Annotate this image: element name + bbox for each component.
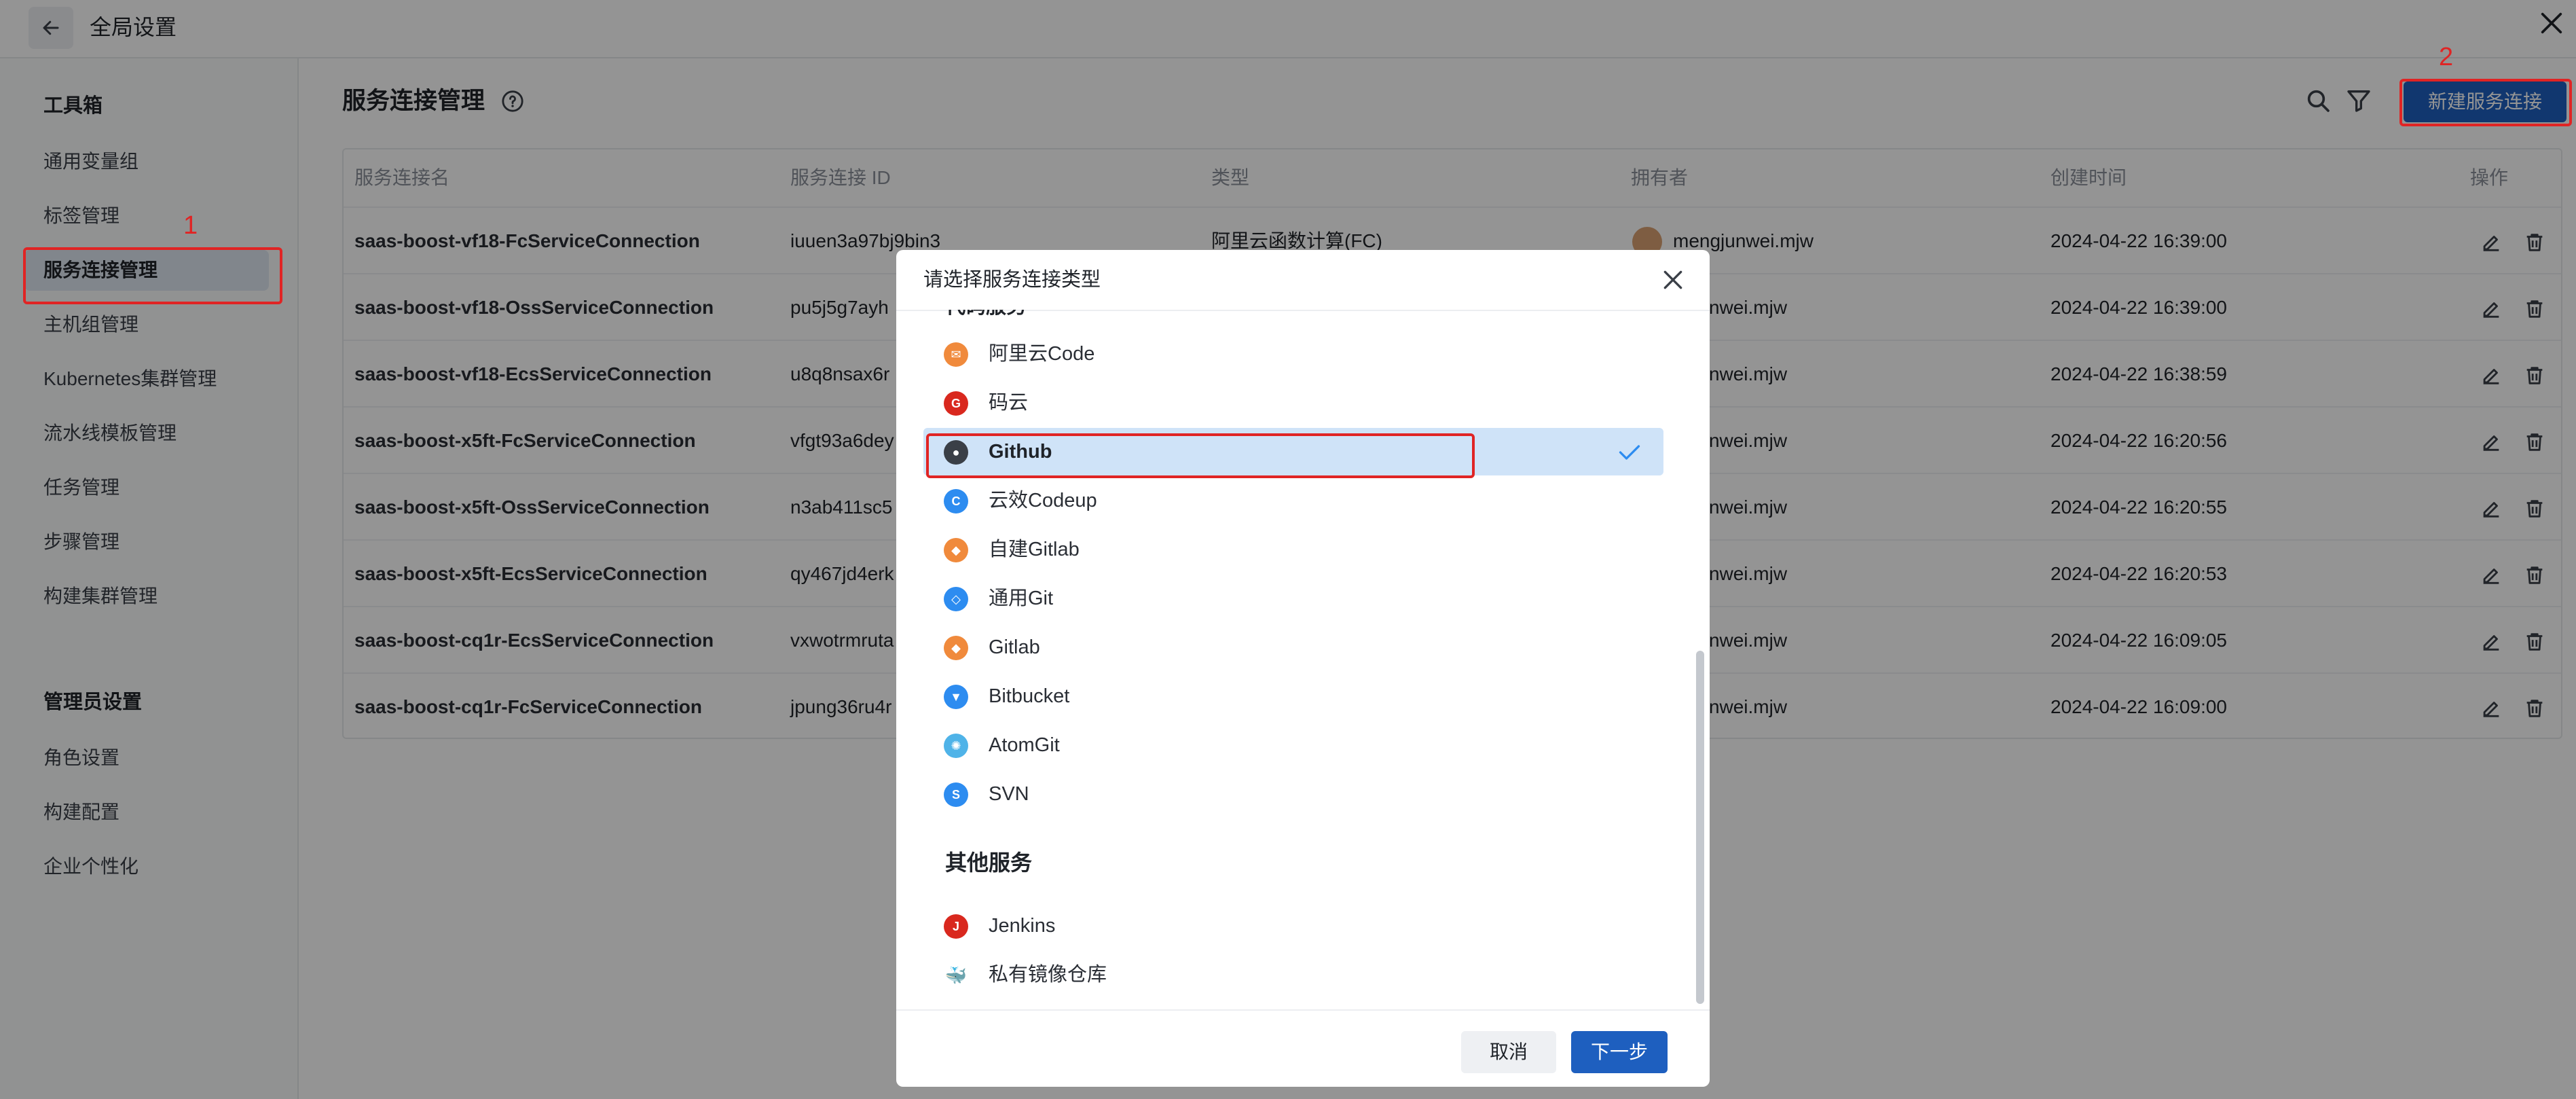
service-type-option[interactable]: G 码云 (923, 379, 1663, 427)
service-type-option[interactable]: ◆ Gitlab (923, 624, 1663, 671)
svn-icon: S (944, 782, 968, 807)
gitlab-self-icon: ◆ (944, 538, 968, 562)
git-icon: ◇ (944, 587, 968, 611)
annotation-number: 1 (183, 211, 198, 240)
gitee-icon: G (944, 391, 968, 416)
check-icon (1619, 445, 1640, 460)
annotation-number: 2 (2439, 43, 2454, 71)
option-label: 云效Codeup (989, 490, 1097, 511)
service-type-list[interactable]: 代码服务 ✉阿里云CodeG码云●GithubC云效Codeup◆自建Gitla… (896, 310, 1710, 1023)
group-title: 代码服务 (945, 310, 1027, 321)
annotation-highlight (23, 247, 282, 304)
option-label: 自建Gitlab (989, 539, 1080, 560)
service-type-option[interactable]: ▼ Bitbucket (923, 672, 1663, 720)
service-type-option[interactable]: ✺ AtomGit (923, 721, 1663, 769)
option-label: AtomGit (989, 734, 1060, 756)
service-type-option[interactable]: J Jenkins (923, 902, 1663, 950)
docker-icon: 🐳 (944, 965, 968, 986)
dialog-header: 请选择服务连接类型 (896, 250, 1710, 311)
bitbucket-icon: ▼ (944, 685, 968, 709)
option-label: Gitlab (989, 636, 1040, 658)
service-type-option[interactable]: S SVN (923, 770, 1663, 818)
group-title-other-services: 其他服务 (945, 850, 1033, 875)
cancel-button[interactable]: 取消 (1461, 1031, 1556, 1073)
service-type-option[interactable]: ✉ 阿里云Code (923, 330, 1663, 378)
option-label: SVN (989, 783, 1029, 805)
option-label: 码云 (989, 392, 1029, 414)
service-type-option[interactable]: ◇ 通用Git (923, 575, 1663, 622)
scrollbar-thumb[interactable] (1696, 651, 1704, 1004)
service-type-dialog: 请选择服务连接类型 代码服务 ✉阿里云CodeG码云●GithubC云效Code… (896, 250, 1710, 1087)
option-label: 通用Git (989, 588, 1054, 609)
service-type-option[interactable]: ◆ 自建Gitlab (923, 526, 1663, 573)
option-label: Bitbucket (989, 685, 1070, 707)
next-step-button[interactable]: 下一步 (1571, 1031, 1668, 1073)
gitlab-icon: ◆ (944, 636, 968, 660)
annotation-highlight (926, 433, 1475, 478)
close-icon[interactable] (1659, 266, 1687, 293)
jenkins-icon: J (944, 914, 968, 939)
service-type-option[interactable]: C 云效Codeup (923, 477, 1663, 524)
dialog-footer: 取消 下一步 (896, 1009, 1710, 1087)
dialog-title: 请选择服务连接类型 (923, 269, 1101, 291)
annotation-highlight (2399, 79, 2572, 126)
aliyun-code-icon: ✉ (944, 342, 968, 367)
option-label: 阿里云Code (989, 343, 1095, 365)
atomgit-icon: ✺ (944, 734, 968, 758)
option-label: 私有镜像仓库 (989, 964, 1107, 986)
service-type-option[interactable]: 🐳 私有镜像仓库 (923, 951, 1663, 998)
codeup-icon: C (944, 489, 968, 514)
option-label: Jenkins (989, 915, 1056, 937)
